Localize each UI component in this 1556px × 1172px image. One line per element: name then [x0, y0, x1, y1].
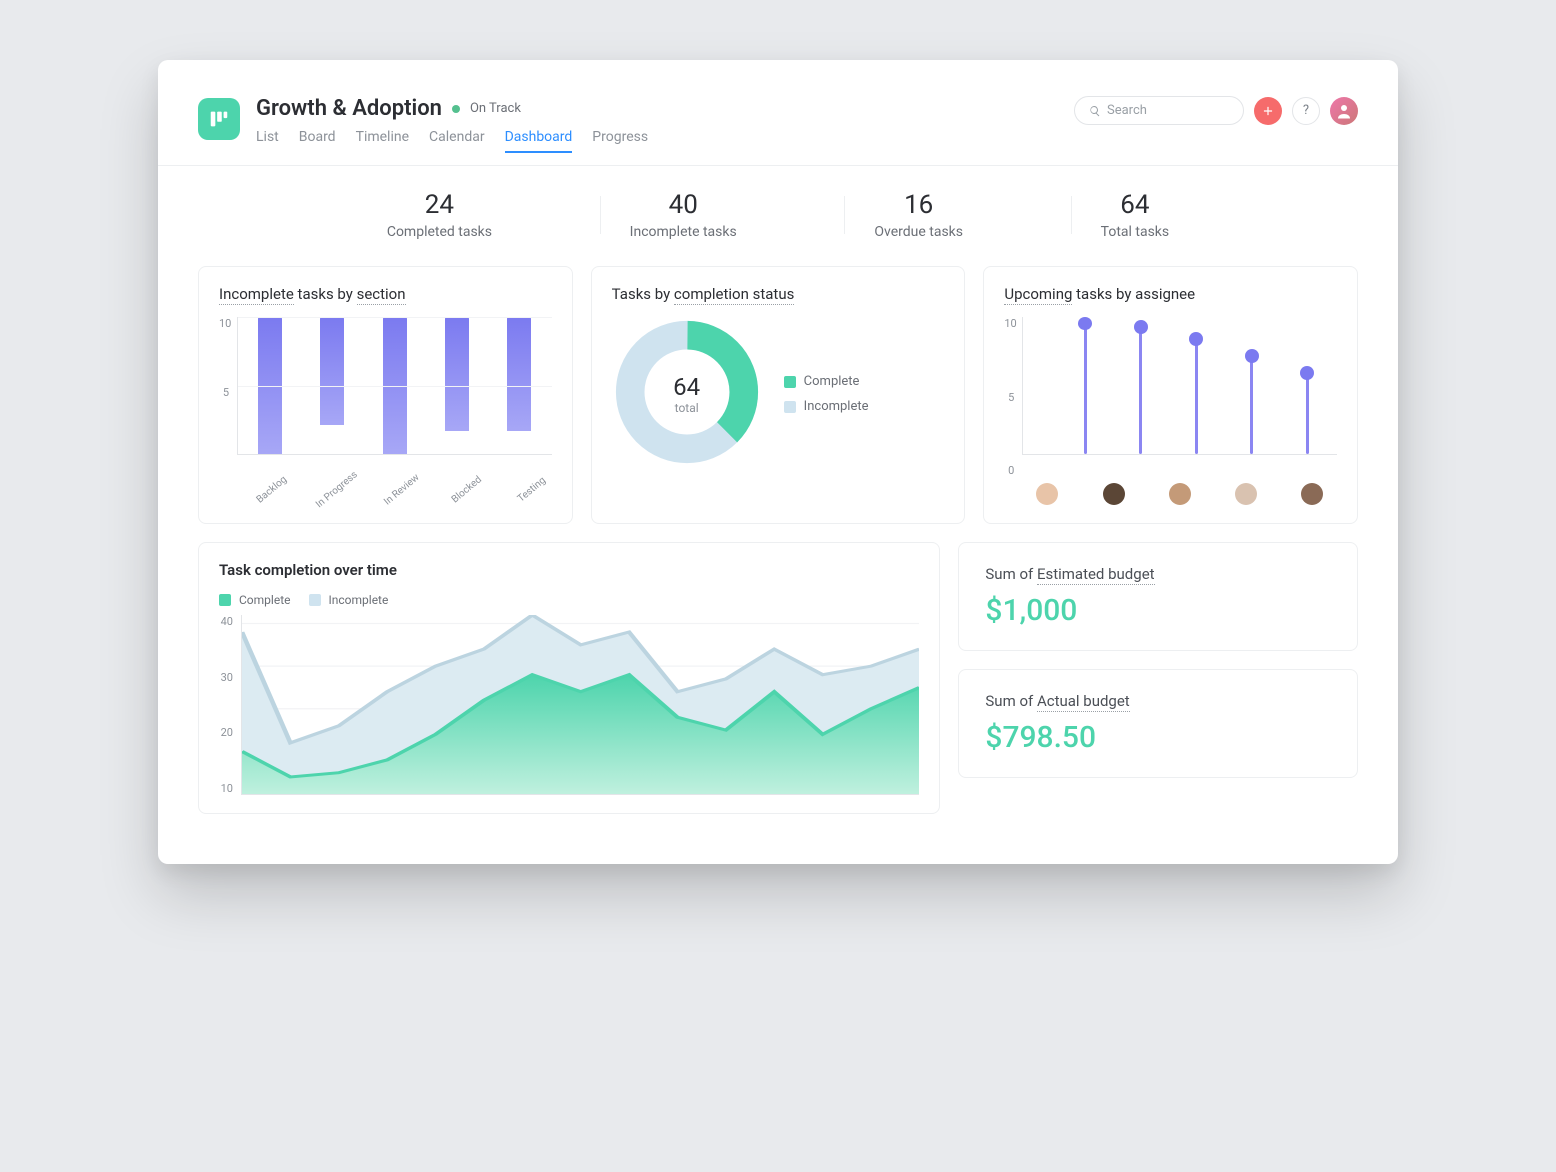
stat-value: 24: [387, 190, 492, 220]
area-svg-wrap: [241, 615, 919, 795]
stat-value: 40: [630, 190, 737, 220]
card-title: Task completion over time: [219, 561, 919, 579]
card-task-completion-over-time: Task completion over time Complete Incom…: [198, 542, 940, 814]
assignee-avatar[interactable]: [1036, 483, 1058, 505]
lollipop-chart: 10 5 0: [1004, 317, 1337, 477]
card-incomplete-by-section: Incomplete tasks by section 10 5 Backlog…: [198, 266, 573, 524]
plus-icon: [1261, 104, 1275, 118]
legend-item-incomplete: Incomplete: [309, 593, 389, 607]
stat-label: Incomplete tasks: [630, 224, 737, 240]
stat-total: 64 Total tasks: [1071, 190, 1199, 240]
card-label: Sum of Actual budget: [985, 692, 1331, 710]
search-icon: [1089, 105, 1101, 117]
card-value: $798.50: [985, 720, 1331, 755]
app-window: Growth & Adoption On Track List Board Ti…: [158, 60, 1398, 864]
title-filter-link[interactable]: Upcoming: [1004, 285, 1072, 305]
stat-label: Total tasks: [1101, 224, 1169, 240]
stat-label: Overdue tasks: [874, 224, 963, 240]
add-button[interactable]: [1254, 97, 1282, 125]
tab-calendar[interactable]: Calendar: [429, 129, 485, 153]
stat-overdue: 16 Overdue tasks: [844, 190, 993, 240]
card-estimated-budget: Sum of Estimated budget $1,000: [958, 542, 1358, 651]
status-dot-icon: [452, 105, 460, 113]
legend-item-incomplete: Incomplete: [784, 399, 869, 414]
search-input-wrap[interactable]: Search: [1074, 96, 1244, 125]
tab-board[interactable]: Board: [299, 129, 336, 153]
card-upcoming-by-assignee: Upcoming tasks by assignee 10 5 0: [983, 266, 1358, 524]
card-completion-status: Tasks by completion status 64 total Comp…: [591, 266, 966, 524]
title-filter-link[interactable]: Incomplete: [219, 285, 294, 305]
assignee-avatars: [1022, 483, 1337, 505]
bars-area: [237, 317, 552, 455]
search-placeholder: Search: [1107, 103, 1147, 118]
assignee-avatar[interactable]: [1235, 483, 1257, 505]
y-axis: 10 5 0: [1004, 317, 1022, 477]
tab-dashboard[interactable]: Dashboard: [505, 129, 573, 153]
assignee-avatar[interactable]: [1103, 483, 1125, 505]
budget-field-link[interactable]: Estimated budget: [1037, 565, 1155, 585]
cards-row-top: Incomplete tasks by section 10 5 Backlog…: [198, 266, 1358, 524]
donut-center-label: total: [673, 401, 700, 415]
y-axis: 10 5: [219, 317, 237, 477]
help-button[interactable]: ?: [1292, 97, 1320, 125]
lollipop-area: [1022, 317, 1337, 455]
area-legend: Complete Incomplete: [219, 593, 919, 607]
user-avatar[interactable]: [1330, 97, 1358, 125]
title-block: Growth & Adoption On Track List Board Ti…: [256, 96, 648, 153]
donut-legend: Complete Incomplete: [784, 374, 869, 414]
project-title: Growth & Adoption: [256, 96, 442, 121]
header-right: Search ?: [1074, 96, 1358, 125]
status-label: On Track: [470, 101, 521, 116]
budget-cards: Sum of Estimated budget $1,000 Sum of Ac…: [958, 542, 1358, 814]
stat-incomplete: 40 Incomplete tasks: [600, 190, 767, 240]
y-axis: 40 30 20 10: [219, 615, 241, 795]
stat-value: 16: [874, 190, 963, 220]
assignee-avatar[interactable]: [1301, 483, 1323, 505]
header-divider: [158, 165, 1398, 166]
stat-label: Completed tasks: [387, 224, 492, 240]
stat-value: 64: [1101, 190, 1169, 220]
title-group-link[interactable]: section: [357, 285, 406, 305]
donut-chart: 64 total Complete Incomplete: [612, 317, 945, 471]
bar-chart: 10 5: [219, 317, 552, 477]
x-axis-labels: BacklogIn ProgressIn ReviewBlockedTestin…: [237, 481, 552, 498]
budget-field-link[interactable]: Actual budget: [1037, 692, 1130, 712]
stat-completed: 24 Completed tasks: [357, 190, 522, 240]
person-icon: [1335, 102, 1353, 120]
tab-timeline[interactable]: Timeline: [356, 129, 409, 153]
legend-item-complete: Complete: [784, 374, 869, 389]
header: Growth & Adoption On Track List Board Ti…: [198, 96, 1358, 153]
area-chart: 40 30 20 10: [219, 615, 919, 795]
assignee-avatar[interactable]: [1169, 483, 1191, 505]
header-left: Growth & Adoption On Track List Board Ti…: [198, 96, 648, 153]
cards-row-bottom: Task completion over time Complete Incom…: [198, 542, 1358, 814]
title-group-link[interactable]: completion status: [674, 285, 794, 305]
legend-item-complete: Complete: [219, 593, 291, 607]
tab-list[interactable]: List: [256, 129, 279, 153]
card-value: $1,000: [985, 593, 1331, 628]
card-title: Tasks by completion status: [612, 285, 945, 303]
donut-center-value: 64: [673, 373, 700, 401]
card-title: Incomplete tasks by section: [219, 285, 552, 303]
card-label: Sum of Estimated budget: [985, 565, 1331, 583]
tabs: List Board Timeline Calendar Dashboard P…: [256, 129, 648, 153]
tab-progress[interactable]: Progress: [592, 129, 648, 153]
card-actual-budget: Sum of Actual budget $798.50: [958, 669, 1358, 778]
project-icon[interactable]: [198, 98, 240, 140]
stats-row: 24 Completed tasks 40 Incomplete tasks 1…: [318, 190, 1238, 240]
card-title: Upcoming tasks by assignee: [1004, 285, 1337, 303]
